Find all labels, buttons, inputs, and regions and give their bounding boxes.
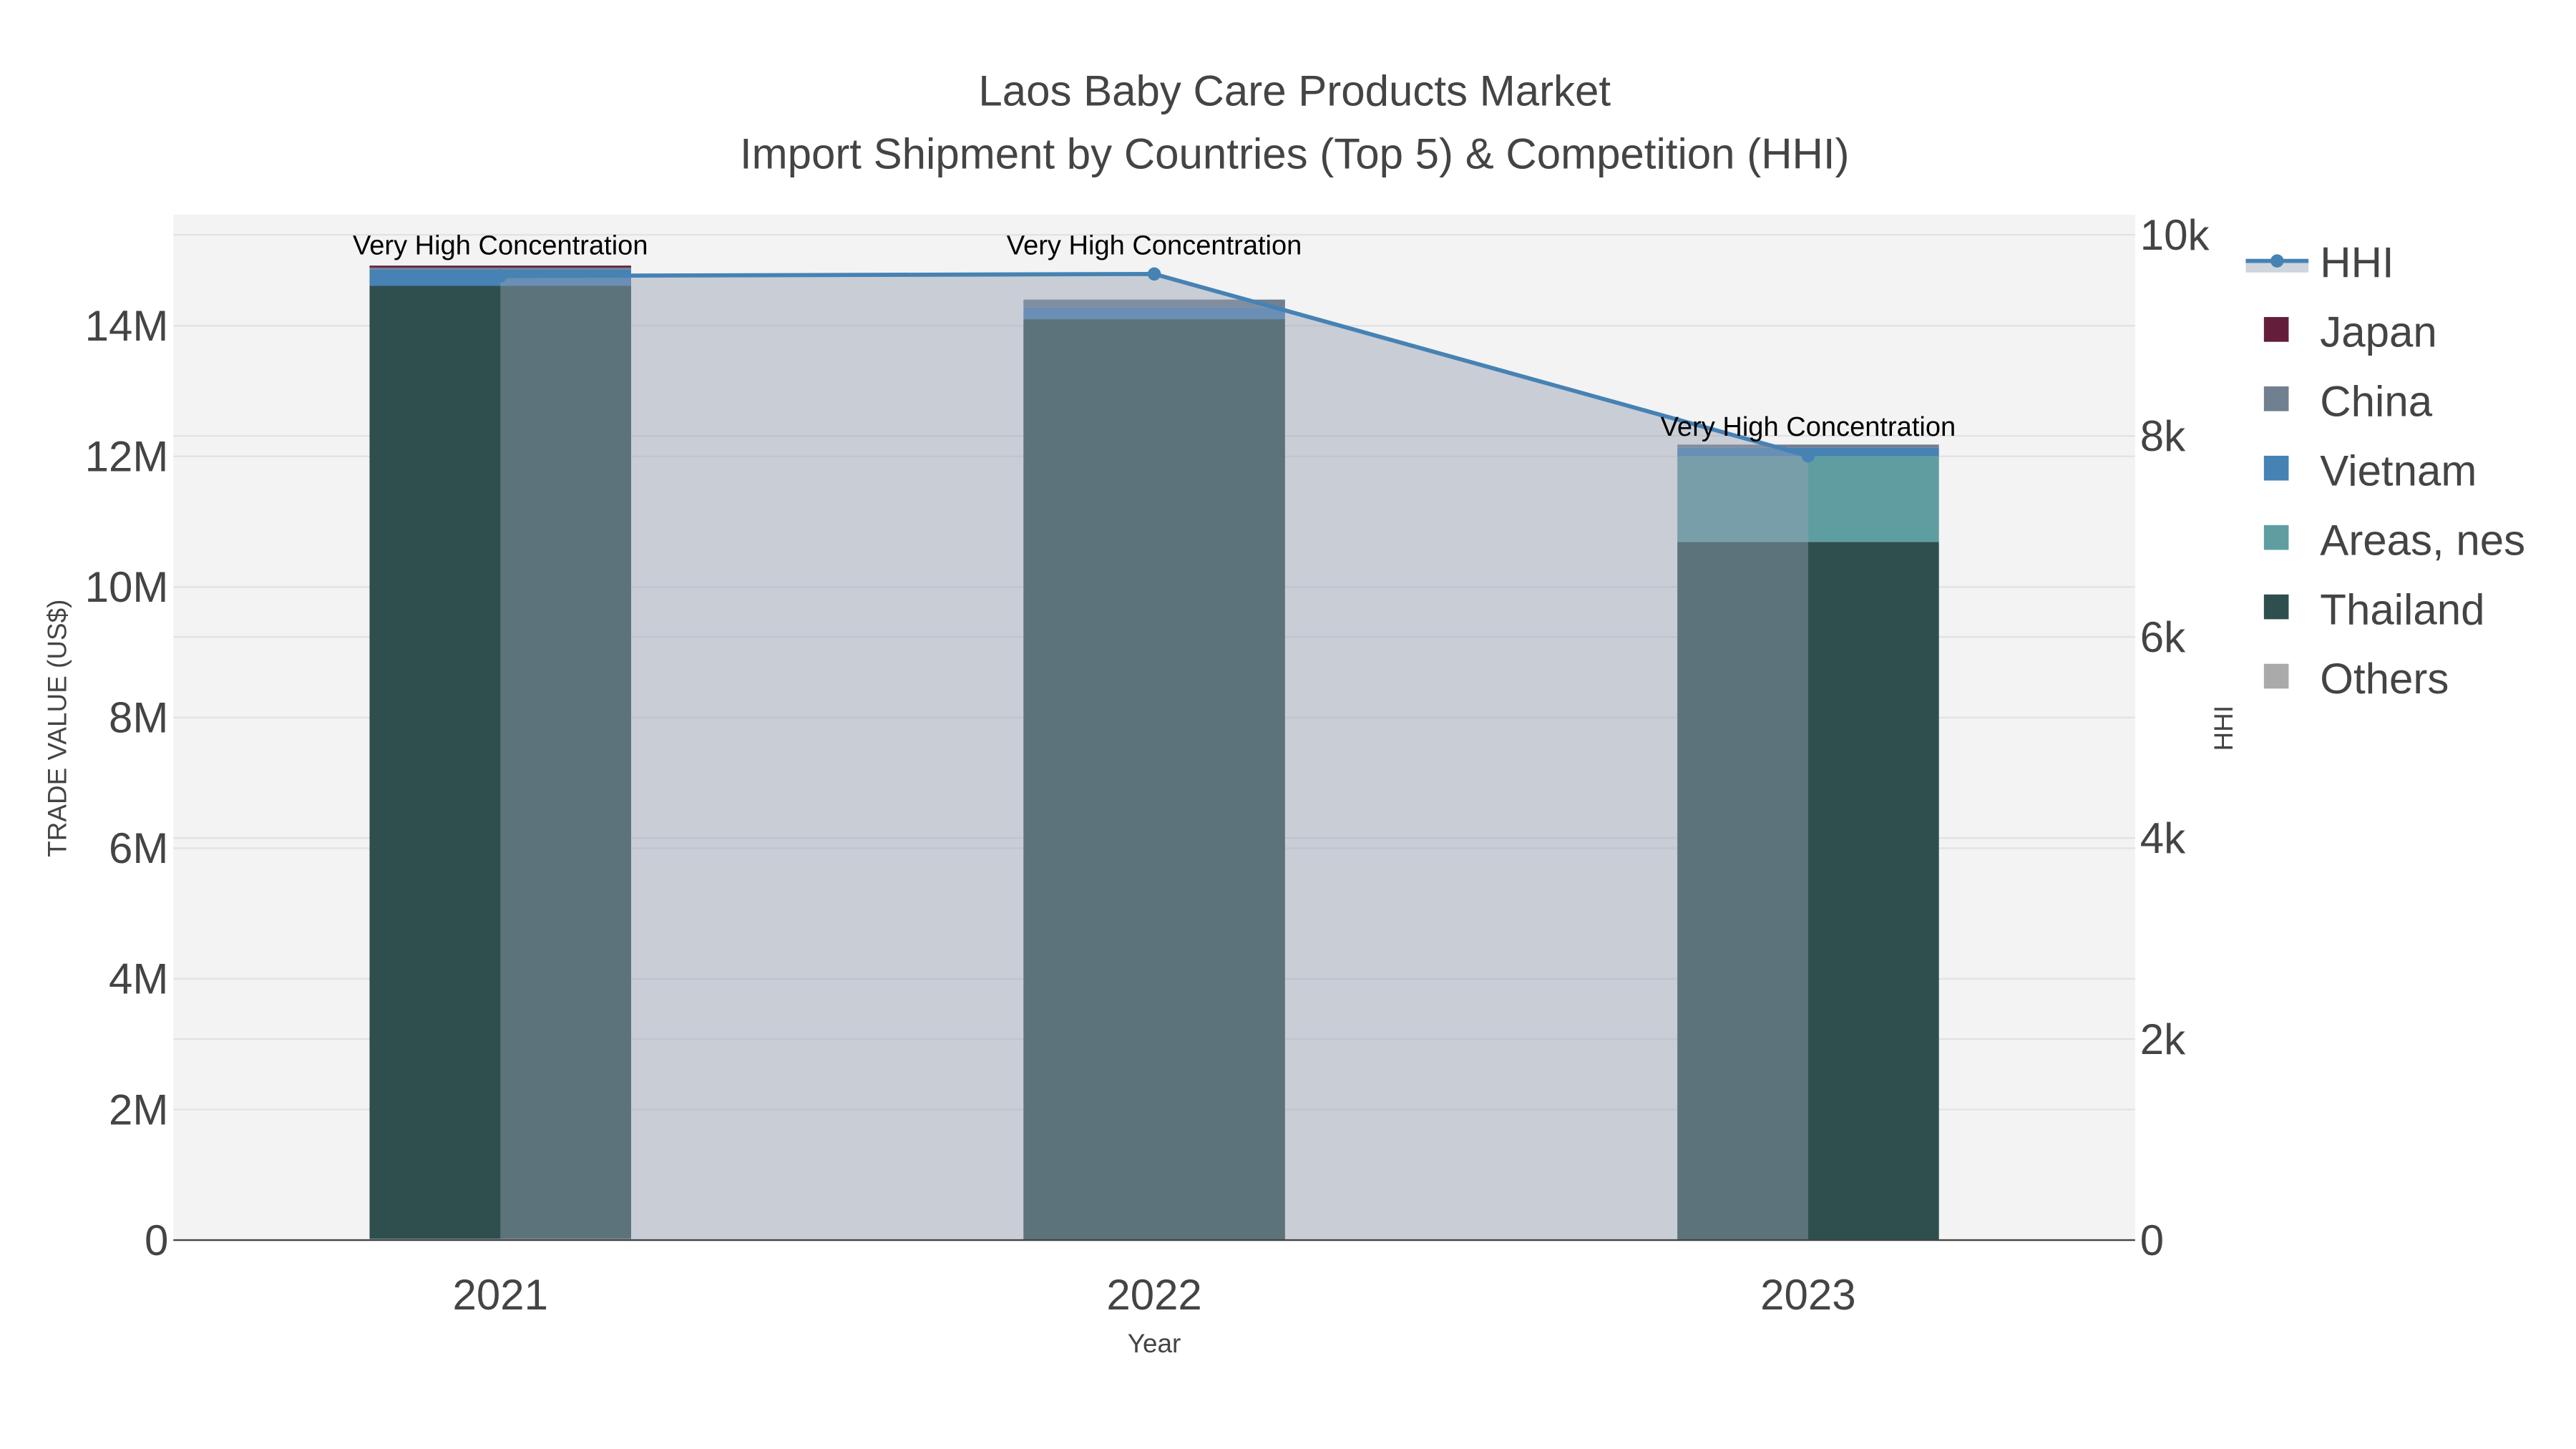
chart-title: Laos Baby Care Products Market xyxy=(978,67,1611,115)
chart-subtitle: Import Shipment by Countries (Top 5) & C… xyxy=(740,130,1850,177)
x-tick-label: 2022 xyxy=(1106,1271,1201,1319)
chart: 0 2M 4M 6M 8M 10M 12M 14M 0 2k 4k 6k 8k 10k 2021 2022… xyxy=(42,67,2525,1358)
y2-tick-label: 6k xyxy=(2140,613,2186,661)
x-axis-label: Year xyxy=(1128,1329,1181,1358)
y2-tick-label: 2k xyxy=(2140,1015,2186,1063)
y2-tick-label: 10k xyxy=(2140,211,2210,259)
x-tick-label: 2023 xyxy=(1760,1271,1855,1319)
y-tick-label: 8M xyxy=(109,694,168,742)
legend-swatch-others xyxy=(2263,663,2289,689)
y-tick-label: 0 xyxy=(145,1216,168,1264)
legend: HHI Japan China Vietnam Areas, nes Thailand Ot… xyxy=(2245,239,2525,703)
y-tick-label: 4M xyxy=(109,955,168,1003)
y-axis-label: TRADE VALUE (US$) xyxy=(42,600,72,857)
bar-japan xyxy=(369,265,631,268)
y-axis-ticks: 0 2M 4M 6M 8M 10M 12M 14M xyxy=(85,302,169,1264)
legend-label: Areas, nes xyxy=(2320,516,2525,564)
legend-swatch-china xyxy=(2263,386,2289,411)
legend-label: Vietnam xyxy=(2320,447,2477,494)
legend-label: China xyxy=(2320,378,2432,426)
legend-label: Others xyxy=(2320,655,2449,703)
hhi-annotation: Very High Concentration xyxy=(1007,230,1302,260)
legend-swatch-areas-nes xyxy=(2263,525,2289,550)
legend-label: Thailand xyxy=(2320,585,2484,633)
y2-axis-label: HHI xyxy=(2209,706,2238,751)
hhi-point xyxy=(1801,449,1815,463)
y-tick-label: 10M xyxy=(85,563,169,611)
hhi-area xyxy=(500,273,1808,1241)
legend-swatch-japan xyxy=(2263,317,2289,342)
hhi-annotation: Very High Concentration xyxy=(1661,412,1956,442)
x-tick-label: 2021 xyxy=(452,1271,547,1319)
legend-hhi-marker xyxy=(2270,254,2284,268)
x-axis-ticks: 2021 2022 2023 xyxy=(452,1271,1855,1319)
y2-tick-label: 4k xyxy=(2140,814,2186,862)
legend-swatch-thailand xyxy=(2263,594,2289,620)
y-tick-label: 2M xyxy=(109,1085,168,1133)
y-tick-label: 14M xyxy=(85,302,169,350)
legend-swatch-vietnam xyxy=(2263,455,2289,481)
legend-label: HHI xyxy=(2320,239,2394,287)
y2-tick-label: 8k xyxy=(2140,412,2186,460)
y-tick-label: 12M xyxy=(85,433,169,481)
hhi-point xyxy=(1147,267,1161,281)
hhi-point xyxy=(494,269,507,283)
hhi-annotation: Very High Concentration xyxy=(353,230,648,260)
bar-china xyxy=(369,267,631,270)
legend-label: Japan xyxy=(2320,308,2436,356)
y2-tick-label: 0 xyxy=(2140,1216,2164,1264)
y2-axis-ticks: 0 2k 4k 6k 8k 10k xyxy=(2140,211,2210,1264)
hhi-series xyxy=(494,267,1815,1241)
y-tick-label: 6M xyxy=(109,824,168,872)
